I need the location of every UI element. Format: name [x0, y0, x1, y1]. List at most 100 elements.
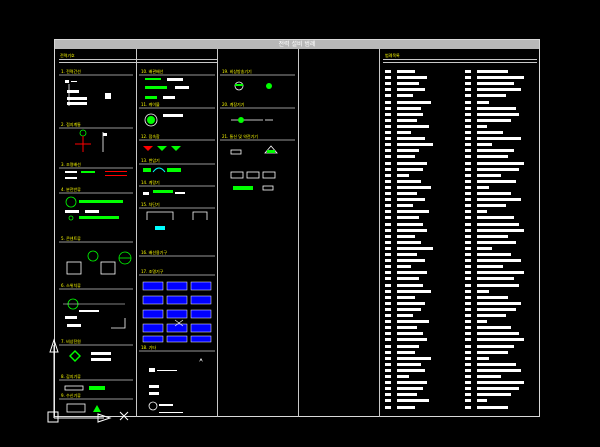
- legend-row: [465, 100, 535, 104]
- legend-row: [385, 326, 455, 330]
- legend-row: [465, 393, 535, 397]
- legend-row: [385, 222, 455, 226]
- legend-row: [465, 307, 535, 311]
- legend-row: [385, 246, 455, 250]
- legend-row: [465, 259, 535, 263]
- legend-row: [385, 356, 455, 360]
- legend-row: [465, 283, 535, 287]
- legend-row: [465, 228, 535, 232]
- legend-row: [385, 259, 455, 263]
- legend-row: [385, 362, 455, 366]
- legend-row: [385, 100, 455, 104]
- legend-row: [465, 362, 535, 366]
- legend-row: [385, 185, 455, 189]
- legend-row: [465, 216, 535, 220]
- legend-row: [385, 399, 455, 403]
- legend-row: [465, 289, 535, 293]
- legend-row: [385, 320, 455, 324]
- legend-row: [385, 149, 455, 153]
- legend-row: [385, 82, 455, 86]
- legend-row: [465, 222, 535, 226]
- legend-row: [385, 167, 455, 171]
- legend-row: [465, 82, 535, 86]
- legend-row: [465, 161, 535, 165]
- legend-row: [385, 368, 455, 372]
- legend-row: [465, 344, 535, 348]
- legend-row: [465, 173, 535, 177]
- legend-row: [385, 387, 455, 391]
- legend-row: [465, 192, 535, 195]
- legend-row: [385, 332, 455, 336]
- legend-row: [385, 381, 455, 385]
- legend-row: [465, 240, 535, 244]
- legend-row: [385, 70, 455, 73]
- legend-row: [385, 210, 455, 214]
- legend-row: [465, 143, 535, 147]
- legend-row: [465, 124, 535, 128]
- legend-row: [465, 320, 535, 324]
- legend-row: [385, 350, 455, 354]
- legend-row: [465, 405, 535, 409]
- legend-row: [465, 350, 535, 354]
- legend-row: [465, 295, 535, 299]
- legend-row: [465, 332, 535, 336]
- legend-row: [385, 289, 455, 293]
- legend-row: [385, 216, 455, 220]
- legend-row: [465, 198, 535, 202]
- legend-row: [465, 167, 535, 171]
- legend-row: [385, 118, 455, 122]
- legend-row: [385, 271, 455, 275]
- legend-row: [385, 344, 455, 348]
- legend-row: [385, 405, 455, 409]
- legend-row: [465, 185, 535, 189]
- legend-row: [465, 137, 535, 141]
- legend-row: [465, 118, 535, 122]
- legend-row: [385, 283, 455, 287]
- legend-row: [385, 234, 455, 238]
- legend-row: [385, 76, 455, 80]
- legend-row: [465, 94, 535, 98]
- legend-row: [385, 94, 455, 98]
- legend-row: [465, 210, 535, 214]
- legend-row: [465, 338, 535, 342]
- legend-row: [465, 326, 535, 330]
- legend-row: [385, 155, 455, 159]
- legend-row: [385, 124, 455, 128]
- legend-row: [385, 301, 455, 305]
- legend-row: [465, 277, 535, 281]
- legend-row: [385, 307, 455, 311]
- legend-row: [385, 338, 455, 342]
- legend-row: [465, 204, 535, 208]
- legend-row: [465, 88, 535, 92]
- legend-row: [385, 295, 455, 299]
- legend-row: [385, 161, 455, 165]
- legend-row: [465, 155, 535, 159]
- legend-row: [465, 387, 535, 391]
- legend-row: [465, 271, 535, 275]
- legend-row: [465, 234, 535, 238]
- legend-row: [465, 399, 535, 403]
- legend-row: [385, 240, 455, 244]
- legend-row: [385, 277, 455, 281]
- legend-row: [465, 301, 535, 305]
- legend-row: [465, 375, 535, 378]
- legend-row: [385, 375, 455, 378]
- legend-row: [465, 131, 535, 134]
- legend-row: [385, 88, 455, 92]
- legend-row: [385, 106, 455, 110]
- legend-row: [385, 314, 455, 317]
- legend-row: [465, 381, 535, 385]
- legend-row: [465, 70, 535, 73]
- legend-row: [385, 192, 455, 195]
- legend-row: [385, 198, 455, 202]
- legend-row: [465, 179, 535, 183]
- legend-row: [465, 106, 535, 110]
- legend-row: [385, 137, 455, 141]
- legend-row: [465, 368, 535, 372]
- legend-row: [385, 265, 455, 269]
- legend-row: [385, 179, 455, 183]
- legend-row: [465, 265, 535, 269]
- legend-row: [465, 253, 535, 256]
- legend-row: [385, 393, 455, 397]
- ucs-axis-icon: [44, 338, 134, 430]
